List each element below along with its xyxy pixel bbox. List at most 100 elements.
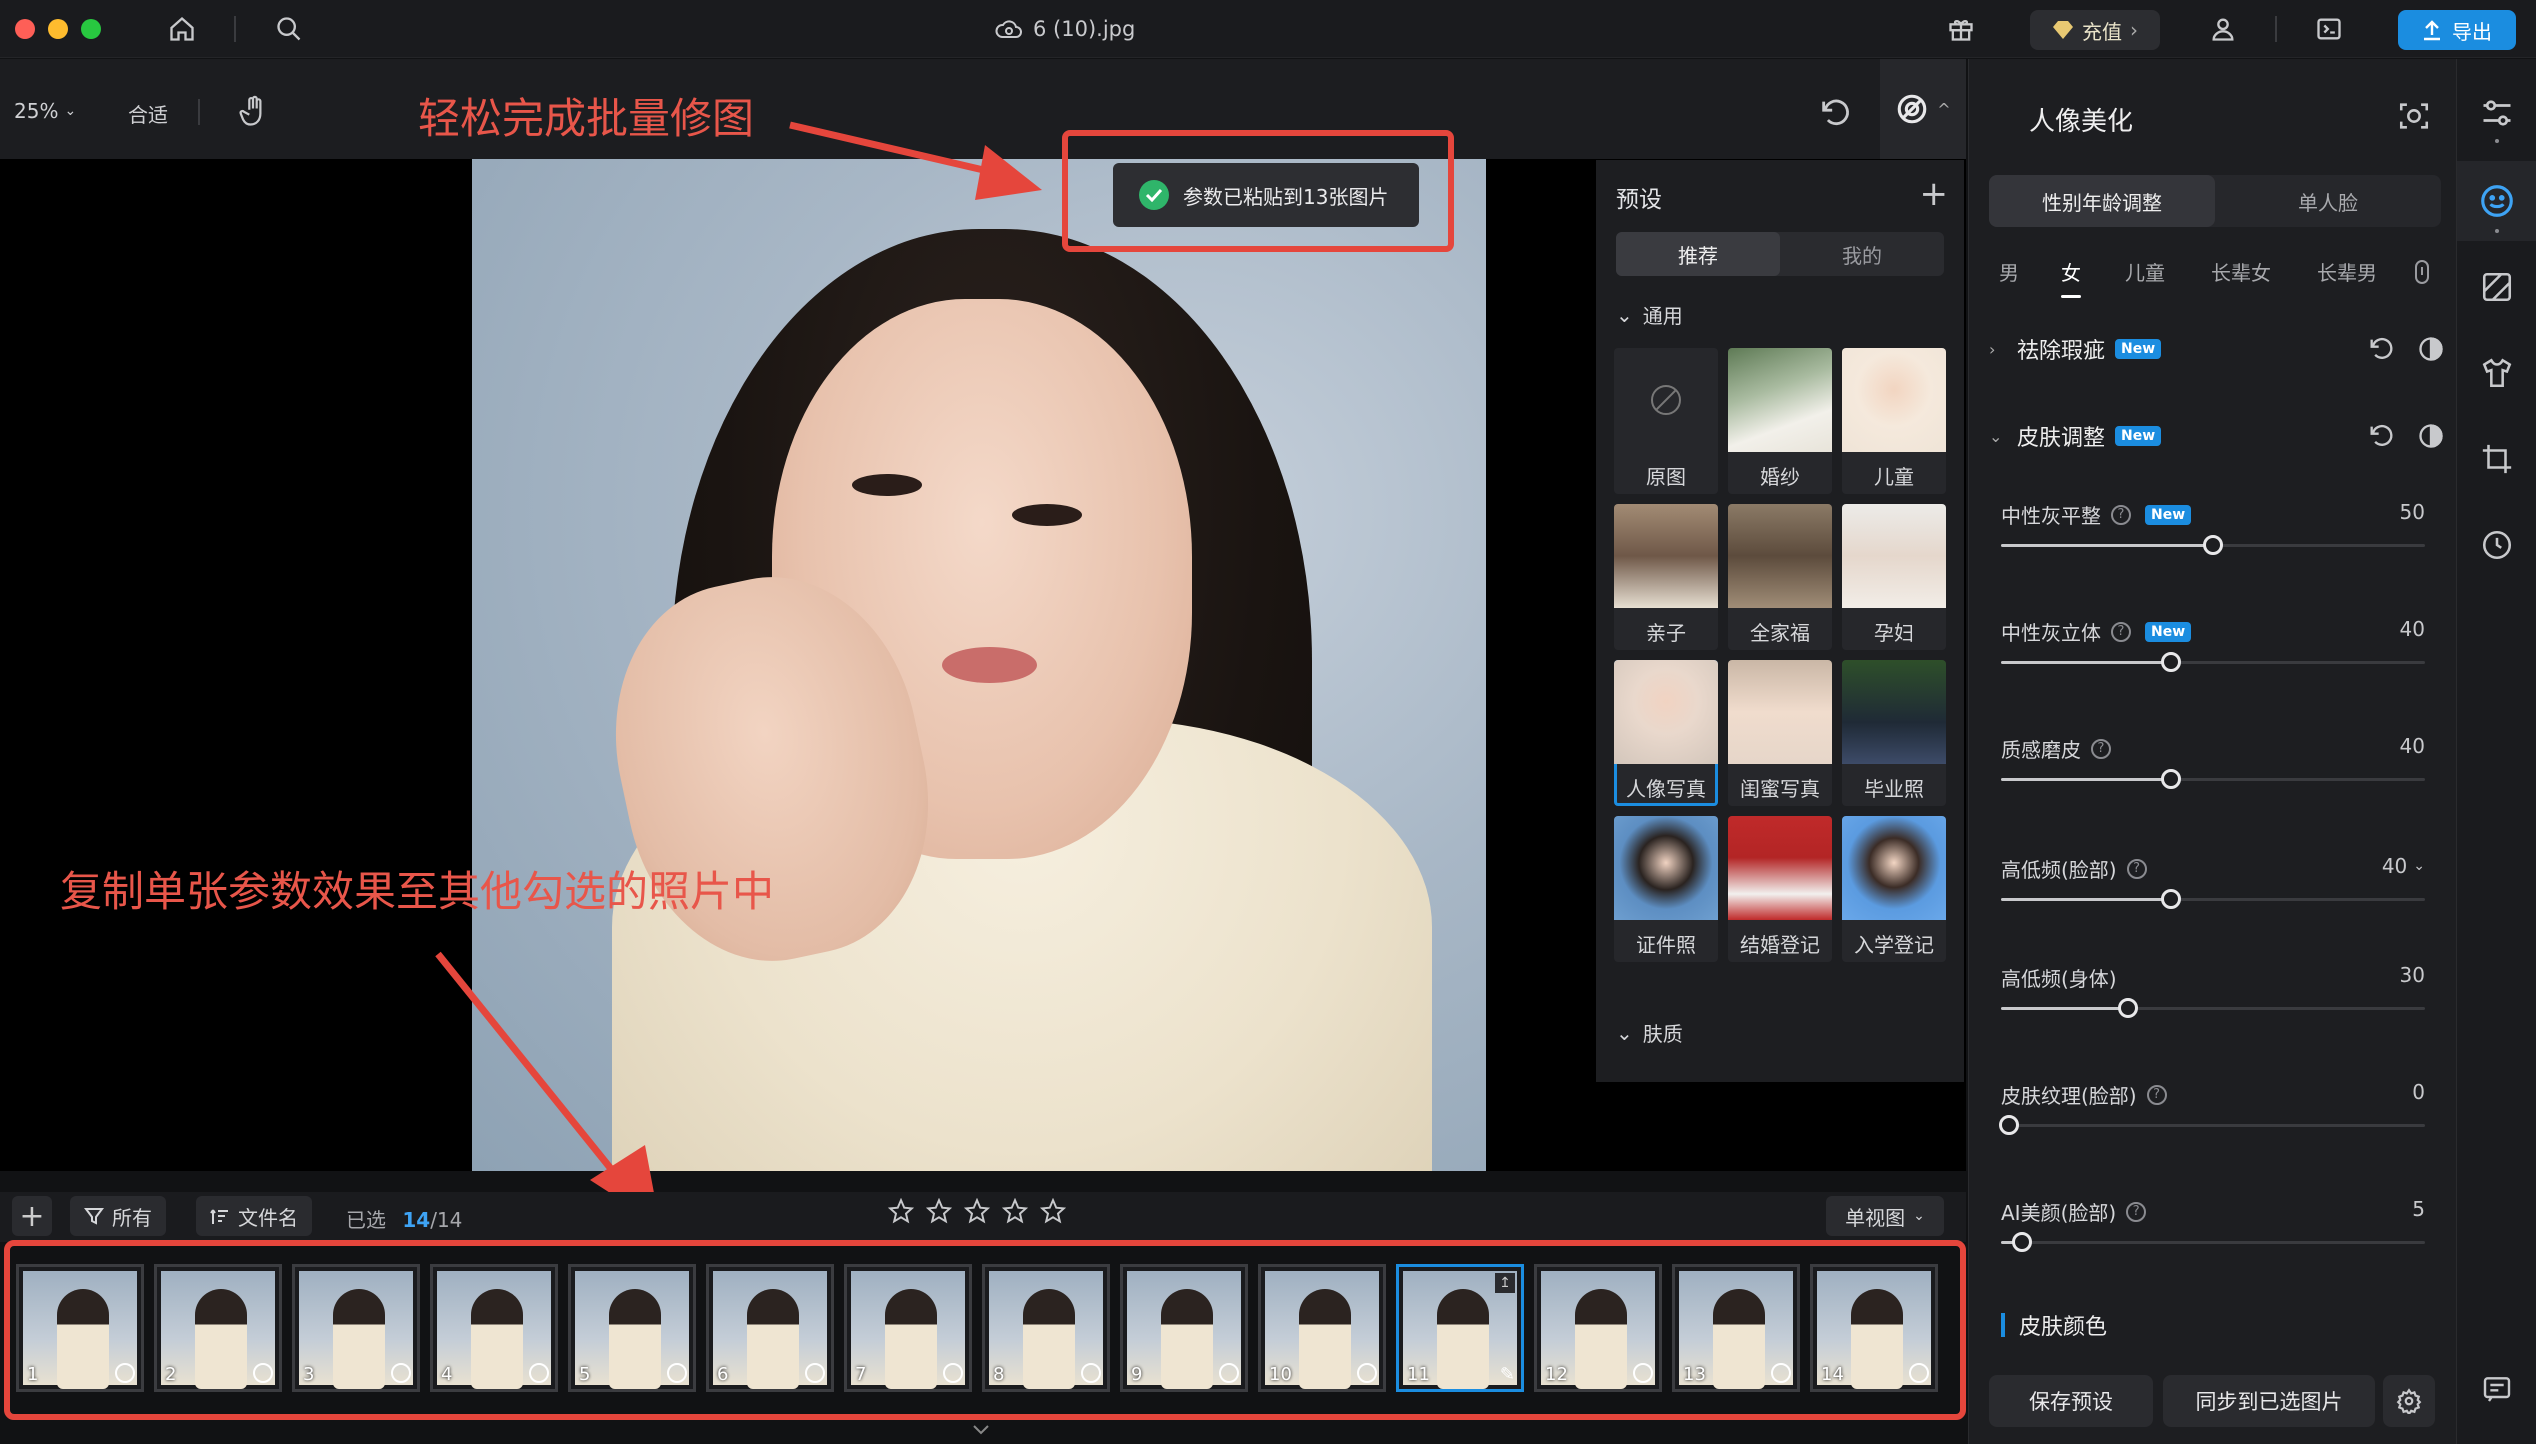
slider-knob[interactable] [1999,1115,2020,1135]
toggle-visibility-icon[interactable] [2417,422,2445,450]
filmstrip-thumbnail[interactable]: 5 [568,1264,696,1392]
gender-tab-elder-male[interactable]: 长辈男 [2317,257,2377,286]
preset-children[interactable]: 儿童 [1842,348,1946,494]
filmstrip-thumbnail[interactable]: 10 [1258,1264,1386,1392]
slider-knob[interactable] [2118,998,2139,1018]
filter-button[interactable]: 所有 [70,1196,166,1236]
select-circle-icon[interactable] [1081,1363,1101,1383]
preset-bestie[interactable]: 闺蜜写真 [1728,660,1832,806]
tab-gender-age[interactable]: 性别年龄调整 [1989,175,2215,227]
add-photo-button[interactable]: + [12,1196,52,1236]
filmstrip-thumbnail[interactable]: 1 [16,1264,144,1392]
slider-track[interactable] [2001,998,2425,1018]
filmstrip-thumbnail[interactable]: 8 [982,1264,1110,1392]
section-skin-header[interactable]: ⌄ 肤质 [1616,1018,1683,1047]
help-icon[interactable]: ? [2111,621,2131,642]
section-skin-color[interactable]: 皮肤颜色 [2001,1309,2107,1341]
gender-tab-elder-female[interactable]: 长辈女 [2211,257,2271,286]
filmstrip-thumbnail[interactable]: 2 [154,1264,282,1392]
chevron-down-icon[interactable]: ⌄ [2413,858,2425,874]
filmstrip-thumbnail[interactable]: 4 [430,1264,558,1392]
collapse-filmstrip-icon[interactable] [970,1422,992,1441]
filmstrip-thumbnail[interactable]: 9 [1120,1264,1248,1392]
select-circle-icon[interactable] [667,1363,687,1383]
filmstrip-thumbnail[interactable]: 3 [292,1264,420,1392]
gender-tab-male[interactable]: 男 [1999,257,2019,286]
preset-portrait[interactable]: 人像写真 [1614,660,1718,806]
select-circle-icon[interactable] [1909,1363,1929,1383]
gender-tab-female[interactable]: 女 [2061,257,2081,298]
slider-track[interactable] [2001,652,2425,672]
select-circle-icon[interactable] [529,1363,549,1383]
star-icon[interactable] [1002,1198,1028,1224]
slider-knob[interactable] [2012,1232,2033,1252]
help-icon[interactable]: ? [2111,504,2131,525]
sync-to-selected-button[interactable]: 同步到已选图片 [2163,1375,2375,1427]
rail-clothing-tool[interactable] [2457,333,2536,413]
preset-wedding[interactable]: 婚纱 [1728,348,1832,494]
reset-icon[interactable] [2367,422,2395,450]
rail-history-tool[interactable] [2457,505,2536,585]
preset-school-enrollment[interactable]: 入学登记 [1842,816,1946,962]
preset-id-photo[interactable]: 证件照 [1614,816,1718,962]
minimize-window-button[interactable] [48,19,68,39]
export-button[interactable]: 导出 [2398,10,2516,50]
slider-knob[interactable] [2160,769,2181,789]
select-circle-icon[interactable] [1771,1363,1791,1383]
filmstrip-thumbnail[interactable]: 14 [1810,1264,1938,1392]
rail-adjust-tool[interactable] [2457,73,2536,153]
home-icon[interactable] [165,12,199,46]
select-circle-icon[interactable] [805,1363,825,1383]
face-scan-icon[interactable] [2397,99,2431,137]
star-icon[interactable] [1040,1198,1066,1224]
gift-icon[interactable] [1944,12,1978,46]
help-icon[interactable]: ? [2126,1201,2147,1222]
add-preset-icon[interactable]: + [1920,174,1949,214]
help-icon[interactable]: ? [2091,738,2111,759]
info-icon[interactable] [2411,259,2433,289]
rail-crop-tool[interactable] [2457,419,2536,499]
help-icon[interactable]: ? [2146,1084,2167,1105]
rail-feedback-tool[interactable] [2457,1349,2536,1429]
section-skin-adjust[interactable]: ⌄ 皮肤调整 New [1989,416,2445,456]
fit-button[interactable]: 合适 [128,99,168,128]
select-circle-icon[interactable] [115,1363,135,1383]
slider-track[interactable] [2001,1232,2425,1252]
select-circle-icon[interactable] [1633,1363,1653,1383]
slider-knob[interactable] [2160,889,2181,909]
sync-settings-button[interactable] [2383,1375,2435,1427]
filmstrip-thumbnail[interactable]: 13 [1672,1264,1800,1392]
select-circle-icon[interactable] [253,1363,273,1383]
filmstrip-thumbnail[interactable]: 12 [1534,1264,1662,1392]
select-circle-icon[interactable] [943,1363,963,1383]
slider-track[interactable] [1999,1115,2425,1135]
gender-tab-child[interactable]: 儿童 [2125,257,2165,286]
user-icon[interactable] [2206,12,2240,46]
slider-knob[interactable] [2160,652,2181,672]
close-window-button[interactable] [15,19,35,39]
section-remove-blemish[interactable]: › 祛除瑕疵 New [1989,329,2445,369]
help-icon[interactable]: ? [2126,858,2147,879]
slider-track[interactable] [2001,769,2425,789]
star-icon[interactable] [888,1198,914,1224]
view-mode-select[interactable]: 单视图 ⌄ [1826,1196,1944,1236]
zoom-select[interactable]: 25% ⌄ [14,99,76,123]
star-icon[interactable] [964,1198,990,1224]
slider-track[interactable] [2001,889,2425,909]
preset-graduation[interactable]: 毕业照 [1842,660,1946,806]
save-preset-button[interactable]: 保存预设 [1989,1375,2153,1427]
terminal-icon[interactable] [2312,12,2346,46]
rail-beautify-tool[interactable] [2457,161,2536,241]
reset-icon[interactable] [1818,96,1852,134]
rail-mask-tool[interactable] [2457,247,2536,327]
preset-parent-child[interactable]: 亲子 [1614,504,1718,650]
search-icon[interactable] [272,12,306,46]
zoom-window-button[interactable] [81,19,101,39]
hand-tool-icon[interactable] [238,95,268,131]
sort-button[interactable]: 文件名 [196,1196,312,1236]
tab-recommended[interactable]: 推荐 [1616,232,1780,276]
toggle-visibility-icon[interactable] [2417,335,2445,363]
slider-track[interactable] [2001,535,2425,555]
slider-knob[interactable] [2203,535,2223,555]
reset-icon[interactable] [2367,335,2395,363]
